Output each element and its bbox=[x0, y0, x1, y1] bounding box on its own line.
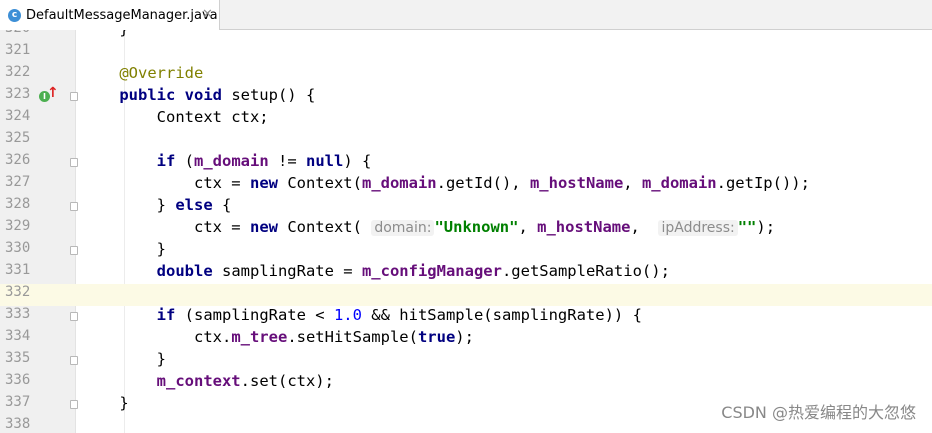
line-number: 327 bbox=[5, 174, 31, 190]
code-line[interactable]: 323 I ↑ public void setup() { bbox=[0, 85, 932, 108]
fold-marker-icon[interactable] bbox=[70, 356, 78, 365]
line-number: 329 bbox=[5, 218, 31, 234]
current-code-line[interactable]: 332 bbox=[0, 284, 932, 306]
editor-tab-bar: c DefaultMessageManager.java ✕ bbox=[0, 0, 932, 30]
fold-marker-icon[interactable] bbox=[70, 312, 78, 321]
code-text[interactable]: } else { bbox=[82, 196, 232, 218]
fold-marker-icon[interactable] bbox=[70, 202, 78, 211]
code-text[interactable]: double samplingRate = m_configManager.ge… bbox=[82, 262, 670, 284]
code-line[interactable]: 334 ctx.m_tree.setHitSample(true); bbox=[0, 328, 932, 350]
line-number: 320 bbox=[5, 30, 35, 42]
code-line[interactable]: 331 double samplingRate = m_configManage… bbox=[0, 262, 932, 284]
code-line[interactable]: 325 bbox=[0, 130, 932, 152]
code-text[interactable]: } bbox=[82, 30, 128, 42]
code-text[interactable]: } bbox=[82, 350, 166, 372]
code-line[interactable]: 321 bbox=[0, 42, 932, 64]
line-number: 324 bbox=[5, 108, 31, 124]
close-tab-icon[interactable]: ✕ bbox=[202, 7, 213, 22]
code-line[interactable]: 327 ctx = new Context(m_domain.getId(), … bbox=[0, 174, 932, 196]
watermark: CSDN @热爱编程的大忽悠 bbox=[721, 403, 916, 422]
code-text[interactable]: if (m_domain != null) { bbox=[82, 152, 372, 174]
code-text[interactable]: } bbox=[82, 240, 166, 262]
line-number: 336 bbox=[5, 372, 31, 388]
line-number: 332 bbox=[5, 284, 31, 300]
code-text[interactable]: m_context.set(ctx); bbox=[82, 372, 334, 394]
code-text[interactable]: ctx = new Context( domain: "Unknown", m_h… bbox=[82, 218, 775, 240]
code-text[interactable]: } bbox=[82, 394, 128, 416]
code-line[interactable]: 329 ctx = new Context( domain: "Unknown",… bbox=[0, 218, 932, 240]
code-line[interactable]: 324 Context ctx; bbox=[0, 108, 932, 130]
code-line[interactable]: 322 @Override bbox=[0, 64, 932, 86]
parameter-hint: ipAddress: bbox=[658, 220, 738, 236]
java-class-icon: c bbox=[8, 9, 21, 22]
line-number: 326 bbox=[5, 152, 31, 168]
line-number: 334 bbox=[5, 328, 31, 344]
code-text[interactable]: if (samplingRate < 1.0 && hitSample(samp… bbox=[82, 306, 642, 328]
code-text[interactable]: public void setup() { bbox=[82, 86, 315, 108]
fold-marker-icon[interactable] bbox=[70, 92, 78, 101]
line-number: 325 bbox=[5, 130, 31, 146]
code-line[interactable]: 330 } bbox=[0, 240, 932, 262]
tab-defaultmessagemanager[interactable]: c DefaultMessageManager.java ✕ bbox=[0, 0, 220, 30]
line-number: 322 bbox=[5, 64, 31, 80]
code-text[interactable]: @Override bbox=[82, 64, 203, 86]
code-line[interactable]: 336 m_context.set(ctx); bbox=[0, 372, 932, 394]
code-line[interactable]: 333 if (samplingRate < 1.0 && hitSample(… bbox=[0, 306, 932, 328]
tab-label: DefaultMessageManager.java bbox=[26, 8, 218, 23]
line-number: 330 bbox=[5, 240, 31, 256]
line-number: 338 bbox=[5, 416, 31, 432]
parameter-hint: domain: bbox=[371, 220, 435, 236]
code-editor[interactable]: 320 } 321 322 @Override 323 I ↑ public v… bbox=[0, 30, 932, 433]
code-text[interactable]: ctx = new Context(m_domain.getId(), m_ho… bbox=[82, 174, 810, 196]
fold-marker-icon[interactable] bbox=[70, 246, 78, 255]
go-to-super-arrow-icon[interactable]: ↑ bbox=[47, 85, 59, 101]
fold-marker-icon[interactable] bbox=[70, 158, 78, 167]
line-number: 323 bbox=[5, 86, 31, 102]
line-number: 335 bbox=[5, 350, 31, 366]
line-number: 333 bbox=[5, 306, 31, 322]
line-number: 331 bbox=[5, 262, 31, 278]
code-line[interactable]: 320 } bbox=[0, 30, 932, 42]
line-number: 337 bbox=[5, 394, 31, 410]
fold-marker-icon[interactable] bbox=[70, 400, 78, 409]
code-line[interactable]: 326 if (m_domain != null) { bbox=[0, 152, 932, 174]
line-number: 328 bbox=[5, 196, 31, 212]
code-line[interactable]: 335 } bbox=[0, 350, 932, 372]
line-number: 321 bbox=[5, 42, 31, 58]
code-text[interactable]: ctx.m_tree.setHitSample(true); bbox=[82, 328, 474, 350]
code-line[interactable]: 328 } else { bbox=[0, 196, 932, 218]
code-text[interactable]: Context ctx; bbox=[82, 108, 269, 130]
